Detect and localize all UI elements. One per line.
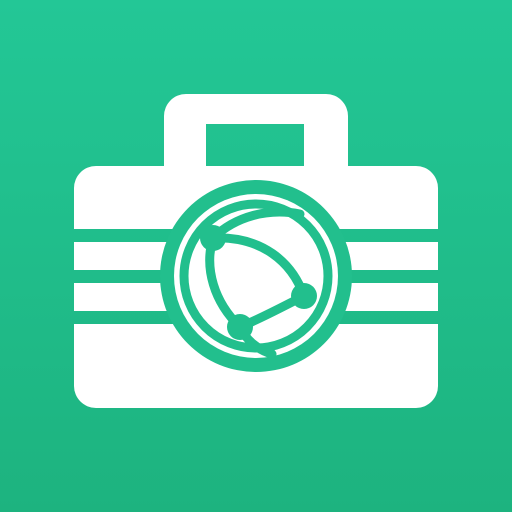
network-node-top [200, 225, 226, 251]
app-icon [0, 0, 512, 512]
network-node-right [291, 283, 317, 309]
briefcase-globe-icon [0, 0, 512, 512]
network-node-bottom [227, 314, 253, 340]
